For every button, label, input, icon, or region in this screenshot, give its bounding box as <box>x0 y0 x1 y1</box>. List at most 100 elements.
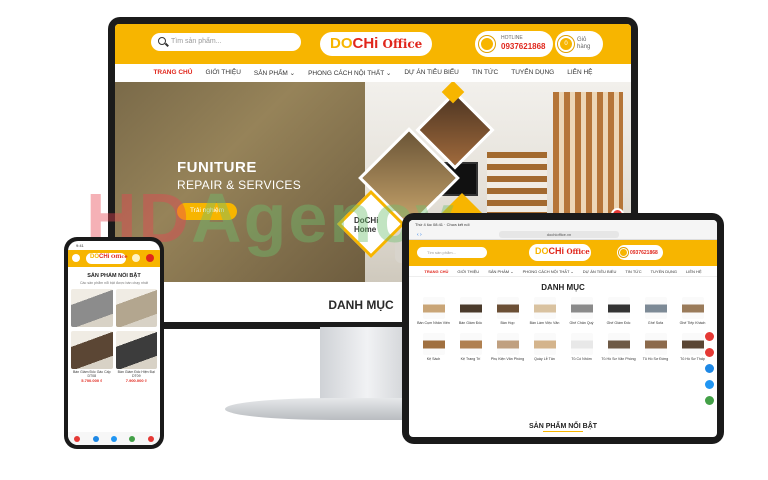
browser-toolbar: ‹ › dochioffice.vn <box>409 229 717 240</box>
nav-item-styles[interactable]: PHONG CÁCH NỘI THẤT ⌄ <box>308 69 391 82</box>
call-icon[interactable] <box>147 435 154 442</box>
messenger-icon[interactable] <box>705 380 714 389</box>
category-item[interactable]: Bàn Họp <box>489 297 526 329</box>
category-item[interactable]: Bàn Giám Đốc <box>452 297 489 329</box>
category-item[interactable]: Kệ Trang Trí <box>452 333 489 365</box>
map-icon[interactable] <box>705 396 714 405</box>
tablet-hotline[interactable]: 0937621868 <box>617 245 663 260</box>
category-item[interactable]: Ghế Chân Quỳ <box>563 297 600 329</box>
product-name <box>71 327 113 328</box>
tablet-nav-products[interactable]: SẢN PHẨM ⌄ <box>488 269 513 276</box>
category-name: Kệ Sách <box>426 357 441 361</box>
cart-label: Giỏ hàng <box>577 37 591 50</box>
tablet-featured-title: SẢN PHẨM NỔI BẬT <box>409 423 717 433</box>
tablet-nav-about[interactable]: GIỚI THIỆU <box>457 269 479 276</box>
category-thumbnail <box>533 333 556 355</box>
product-image <box>115 331 157 369</box>
category-item[interactable]: Ghế Giám Đốc <box>600 297 637 329</box>
nav-item-products[interactable]: SẢN PHẨM ⌄ <box>254 69 295 82</box>
category-item[interactable]: Tủ Hồ Sơ Văn Phòng <box>600 333 637 365</box>
product-card[interactable] <box>71 289 113 328</box>
category-thumbnail <box>422 297 445 319</box>
main-nav: TRANG CHỦ GIỚI THIỆU SẢN PHẨM ⌄ PHONG CÁ… <box>115 64 631 82</box>
hotline-box[interactable]: HOTLINE 0937621868 <box>475 31 553 57</box>
zalo-icon[interactable] <box>705 364 714 373</box>
tablet-logo[interactable]: DOCHi Office <box>529 244 591 261</box>
category-thumbnail <box>496 333 519 355</box>
category-name: Bàn Cụm Nhân Viên <box>417 321 450 325</box>
category-item[interactable]: Bàn Cụm Nhân Viên <box>415 297 452 329</box>
tablet-nav-contact[interactable]: LIÊN HỆ <box>686 269 702 276</box>
category-thumbnail <box>644 333 667 355</box>
category-thumbnail <box>644 297 667 319</box>
nav-item-projects[interactable]: DỰ ÁN TIÊU BIỂU <box>404 69 459 82</box>
category-item[interactable]: Tủ Hồ Sơ Đứng <box>637 333 674 365</box>
category-name: Ghế Giám Đốc <box>606 321 631 325</box>
call-icon[interactable] <box>705 332 714 341</box>
address-bar[interactable]: dochioffice.vn <box>499 231 619 238</box>
tablet-nav-careers[interactable]: TUYỂN DỤNG <box>651 269 677 276</box>
category-thumbnail <box>570 333 593 355</box>
product-card[interactable]: Bàn Giám Đốc Gác Cấp DT08 5.700.000 ₫ <box>71 331 113 383</box>
phone-section-title: SẢN PHẨM NỔI BẬT <box>87 273 141 279</box>
product-name: Bàn Giám Đốc Hiện Đại DT09 <box>117 370 155 378</box>
category-name: Ghế Chân Quỳ <box>569 321 594 325</box>
phone-screen: 9:41 DOCHi Office SẢN PHẨM NỔI BẬT Các s… <box>68 241 160 445</box>
menu-icon[interactable] <box>72 254 80 262</box>
phone-logo[interactable]: DOCHi Office <box>86 253 128 264</box>
nav-item-home[interactable]: TRANG CHỦ <box>153 69 192 82</box>
messenger-icon[interactable] <box>110 435 117 442</box>
tablet-nav-styles[interactable]: PHONG CÁCH NỘI THẤT ⌄ <box>523 269 574 276</box>
nav-item-careers[interactable]: TUYỂN DỤNG <box>511 69 554 82</box>
tablet-device: Thứ 4 lúc 08:41 · Chưa kết nối ‹ › dochi… <box>402 213 724 444</box>
site-logo[interactable]: DOCHi Office <box>320 32 432 56</box>
category-item[interactable]: Tủ Có Nhôm <box>563 333 600 365</box>
category-name: Kệ Trang Trí <box>460 357 481 361</box>
product-card[interactable]: Bàn Giám Đốc Hiện Đại DT09 7.900.000 ₫ <box>115 331 157 383</box>
category-thumbnail <box>681 333 704 355</box>
section-title: DANH MỤC <box>328 298 394 312</box>
product-image <box>115 289 157 327</box>
home-line1: DoCHi <box>353 215 379 225</box>
category-item[interactable]: Kệ Sách <box>415 333 452 365</box>
tablet-nav-home[interactable]: TRANG CHỦ <box>424 269 448 276</box>
nav-item-about[interactable]: GIỚI THIỆU <box>205 69 240 82</box>
zalo-icon[interactable] <box>92 435 99 442</box>
nav-item-news[interactable]: TIN TỨC <box>472 69 498 82</box>
phone-icon[interactable] <box>132 254 140 262</box>
phone-product-grid: Bàn Giám Đốc Gác Cấp DT08 5.700.000 ₫ Bàn … <box>68 285 160 387</box>
category-item[interactable]: Bàn Làm Việc Văn <box>526 297 563 329</box>
category-item[interactable]: Ghế Tiếp Khách <box>674 297 711 329</box>
search-input[interactable]: Tìm sản phẩm... <box>151 33 301 51</box>
tablet-search-input[interactable]: Tìm sản phẩm... <box>417 247 487 258</box>
call-icon[interactable] <box>705 348 714 357</box>
tablet-nav-projects[interactable]: DỰ ÁN TIÊU BIỂU <box>583 269 617 276</box>
phone-icon <box>619 248 628 257</box>
search-icon[interactable] <box>158 37 166 45</box>
tablet-nav-news[interactable]: TIN TỨC <box>625 269 641 276</box>
category-name: Bàn Giám Đốc <box>458 321 483 325</box>
cart-button[interactable]: 0 Giỏ hàng <box>555 31 603 57</box>
category-thumbnail <box>459 297 482 319</box>
tablet-status-bar: Thứ 4 lúc 08:41 · Chưa kết nối <box>409 220 717 229</box>
tablet-nav: TRANG CHỦ GIỚI THIỆU SẢN PHẨM ⌄ PHONG CÁ… <box>409 266 717 277</box>
cart-icon[interactable] <box>146 254 154 262</box>
nav-item-contact[interactable]: LIÊN HỆ <box>567 69 592 82</box>
phone-bottom-bar <box>68 432 160 445</box>
category-name: Bàn Làm Việc Văn <box>529 321 560 325</box>
product-image <box>71 289 113 327</box>
cart-count: 0 <box>564 41 568 47</box>
category-item[interactable]: Quầy Lễ Tân <box>526 333 563 365</box>
experience-button[interactable]: Trải nghiệm <box>177 203 237 220</box>
call-icon[interactable] <box>74 435 81 442</box>
map-icon[interactable] <box>129 435 136 442</box>
category-item[interactable]: Ghế Sofa <box>637 297 674 329</box>
product-card[interactable] <box>115 289 157 328</box>
hero-subtitle: REPAIR & SERVICES <box>177 178 302 192</box>
hotline-label: HOTLINE <box>501 35 523 41</box>
phone-header: DOCHi Office <box>68 250 160 267</box>
browser-nav-arrows[interactable]: ‹ › <box>417 232 422 238</box>
category-item[interactable]: Phụ Kiện Văn Phòng <box>489 333 526 365</box>
hero-title: FUNITURE <box>177 159 257 176</box>
category-name: Phụ Kiện Văn Phòng <box>490 357 525 361</box>
